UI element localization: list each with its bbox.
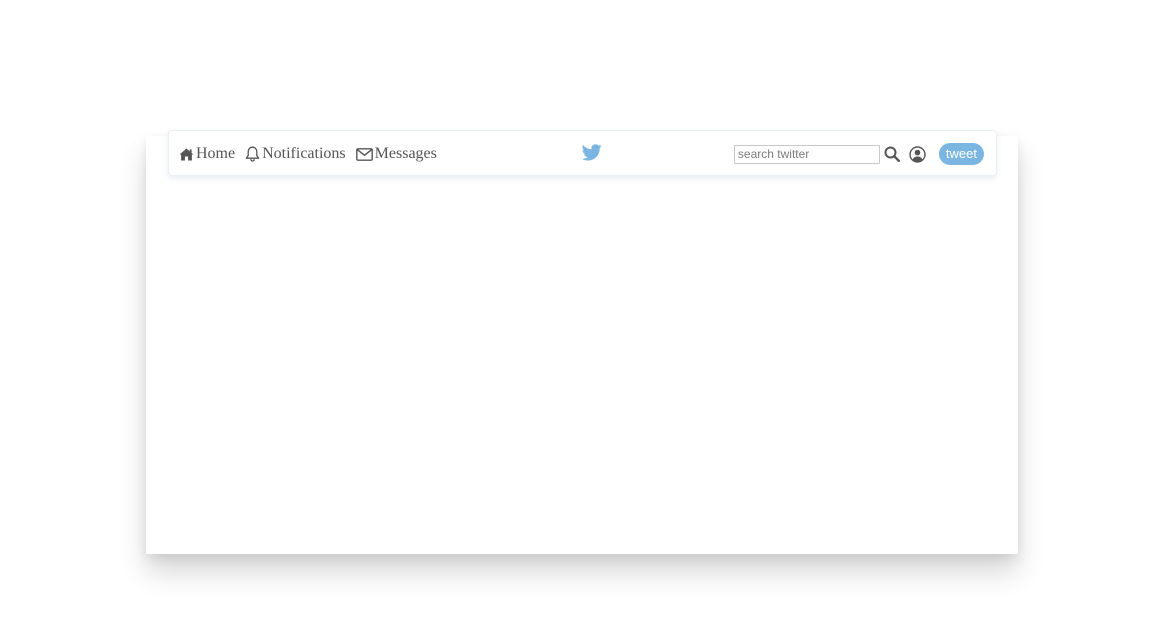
search-icon[interactable] — [883, 145, 901, 163]
top-navbar: Home Notifications Messages search twitt… — [168, 130, 997, 176]
home-icon — [179, 148, 194, 161]
nav-messages-label: Messages — [374, 145, 437, 162]
nav-notifications-link[interactable]: Notifications — [245, 145, 346, 163]
bell-icon — [245, 146, 260, 162]
nav-links: Home Notifications Messages — [179, 131, 437, 177]
search-input[interactable] — [733, 144, 880, 164]
envelope-icon — [355, 147, 373, 161]
tweet-button[interactable]: tweet — [938, 143, 984, 165]
nav-home-label: Home — [196, 145, 236, 162]
nav-home-link[interactable]: Home — [179, 145, 235, 163]
twitter-bird-icon[interactable] — [581, 144, 602, 162]
nav-notifications-label: Notifications — [262, 145, 346, 162]
user-circle-icon[interactable] — [909, 145, 927, 163]
page-canvas: Home Notifications Messages search twitt… — [0, 0, 1166, 622]
nav-actions: tweet — [733, 131, 984, 177]
content-card — [146, 136, 1018, 554]
nav-messages-link[interactable]: Messages — [355, 145, 437, 163]
